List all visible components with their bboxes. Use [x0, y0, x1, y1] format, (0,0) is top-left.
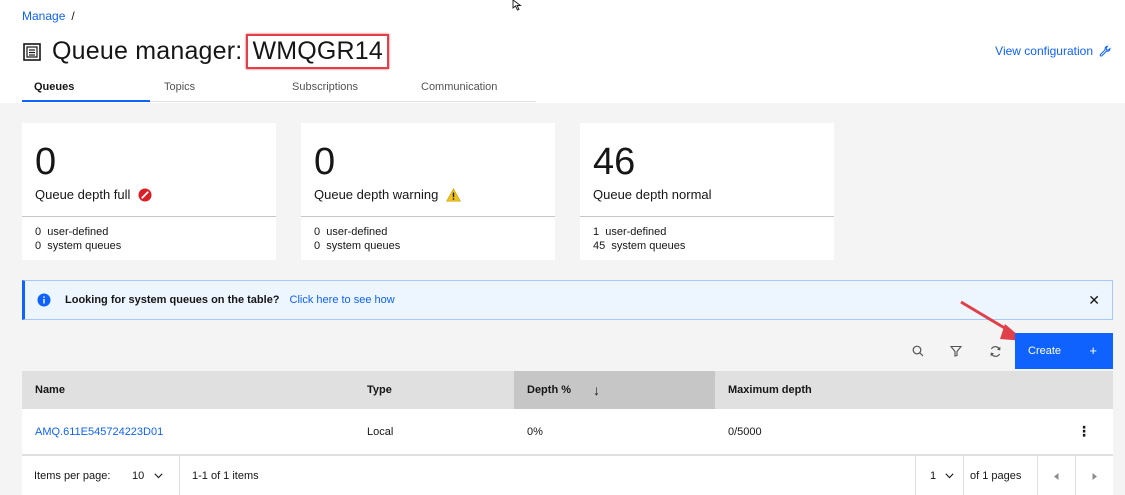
breadcrumb-manage-link[interactable]: Manage — [22, 9, 65, 23]
tab-queues[interactable]: Queues — [22, 78, 150, 102]
column-header-depth[interactable]: Depth % ↓ — [514, 371, 715, 409]
tab-subscriptions[interactable]: Subscriptions — [278, 78, 407, 101]
queue-depth-warning-card: 0 Queue depth warning 0 user-defined 0 s… — [301, 123, 555, 260]
error-icon — [138, 188, 152, 201]
refresh-icon[interactable] — [977, 333, 1013, 369]
breadcrumb: Manage / — [22, 9, 75, 23]
total-pages: of 1 pages — [970, 470, 1022, 482]
queue-depth-full-user-defined: 0 user-defined — [35, 226, 109, 238]
caret-left-icon — [1053, 472, 1058, 480]
chevron-down-icon — [945, 473, 954, 479]
create-button-label: Create — [1028, 345, 1062, 357]
queue-depth-full-label-row: Queue depth full — [35, 187, 152, 202]
items-per-page-label: Items per page: — [34, 470, 111, 482]
queue-depth-normal-user-defined: 1 user-defined — [593, 226, 667, 238]
pagination-divider — [915, 456, 916, 495]
queue-depth-warning-label-row: Queue depth warning — [314, 187, 462, 202]
view-configuration-link[interactable]: View configuration — [995, 44, 1111, 58]
pagination-divider — [179, 456, 180, 495]
queue-depth-normal-label-row: Queue depth normal — [593, 187, 712, 202]
notification-text: Looking for system queues on the table? — [65, 294, 280, 306]
card-divider — [22, 216, 276, 217]
queue-depth-normal-count: 46 — [593, 141, 636, 183]
wrench-icon — [1099, 45, 1111, 57]
page-title: Queue manager: WMQGR14 — [22, 34, 390, 69]
queue-depth: 0% — [527, 426, 543, 438]
queue-depth-normal-card: 46 Queue depth normal 1 user-defined 45 … — [580, 123, 834, 260]
queue-maximum-depth: 0/5000 — [728, 426, 762, 438]
queue-depth-normal-system: 45 system queues — [593, 240, 686, 252]
column-header-type[interactable]: Type — [354, 371, 514, 409]
page-header: Manage / Queue manager: WMQGR14 View conf… — [0, 0, 1125, 103]
mouse-cursor-icon — [512, 0, 522, 11]
caret-right-icon — [1092, 472, 1097, 480]
column-header-maximum-depth[interactable]: Maximum depth — [715, 371, 1113, 409]
info-notification: Looking for system queues on the table? … — [22, 280, 1113, 320]
queue-depth-warning-count: 0 — [314, 141, 336, 183]
column-header-depth-label: Depth % — [527, 384, 571, 396]
breadcrumb-separator: / — [71, 9, 75, 23]
queue-depth-warning-label: Queue depth warning — [314, 187, 439, 202]
sort-descending-icon: ↓ — [593, 382, 600, 398]
queue-name-link[interactable]: AMQ.611E545724223D01 — [35, 409, 163, 455]
notification-link[interactable]: Click here to see how — [290, 294, 395, 306]
close-icon[interactable]: ✕ — [1088, 292, 1100, 309]
queue-depth-full-card: 0 Queue depth full 0 user-defined 0 syst… — [22, 123, 276, 260]
tab-communication[interactable]: Communication — [407, 78, 536, 101]
search-icon[interactable] — [900, 333, 936, 369]
queue-depth-warning-system: 0 system queues — [314, 240, 401, 252]
queue-depth-full-system: 0 system queues — [35, 240, 122, 252]
queue-depth-normal-label: Queue depth normal — [593, 187, 712, 202]
queue-type: Local — [367, 426, 394, 438]
previous-page-button[interactable] — [1037, 456, 1075, 495]
page-title-prefix: Queue manager: — [52, 37, 243, 65]
queue-depth-full-label: Queue depth full — [35, 187, 131, 202]
table-row: AMQ.611E545724223D01 Local 0% 0/5000 ⋮ — [22, 409, 1113, 455]
column-header-name[interactable]: Name — [22, 371, 354, 409]
items-per-page-select[interactable]: 10 — [132, 456, 163, 495]
next-page-button[interactable] — [1075, 456, 1113, 495]
warning-icon — [446, 187, 462, 201]
queue-manager-icon — [23, 42, 41, 61]
tab-list: Queues Topics Subscriptions Communicatio… — [22, 78, 536, 102]
table-header: Name Type Depth % ↓ Maximum depth — [22, 371, 1113, 409]
items-per-page-value: 10 — [132, 470, 145, 482]
queue-depth-warning-user-defined: 0 user-defined — [314, 226, 388, 238]
queue-depth-full-count: 0 — [35, 141, 57, 183]
pagination: Items per page: 10 1-1 of 1 items 1 of 1… — [22, 455, 1113, 495]
overflow-menu-icon[interactable]: ⋮ — [1077, 423, 1091, 440]
create-button[interactable]: Create + — [1015, 333, 1113, 369]
filter-icon[interactable] — [938, 333, 974, 369]
tab-topics[interactable]: Topics — [150, 78, 278, 101]
items-range: 1-1 of 1 items — [192, 470, 259, 482]
card-divider — [580, 216, 834, 217]
queue-manager-name: WMQGR14 — [246, 34, 390, 69]
add-icon: + — [1089, 343, 1097, 358]
chevron-down-icon — [154, 473, 163, 479]
page-number: 1 — [930, 470, 937, 482]
card-divider — [301, 216, 555, 217]
pagination-divider — [963, 456, 964, 495]
view-configuration-label: View configuration — [995, 44, 1093, 58]
page-select[interactable]: 1 — [930, 456, 954, 495]
info-icon — [37, 293, 51, 307]
